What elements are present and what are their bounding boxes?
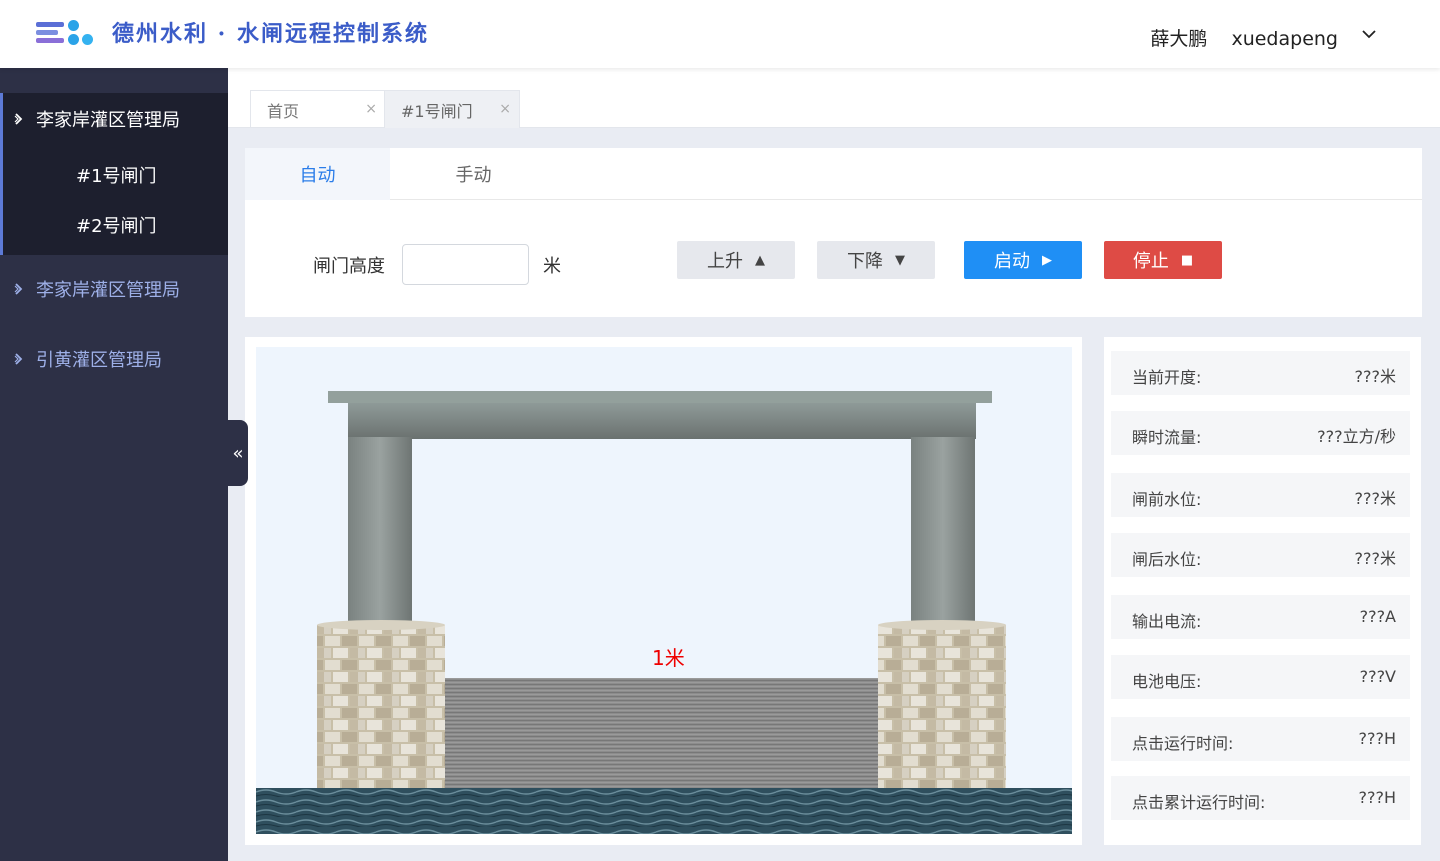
- sidebar-group-label: 李家岸灌区管理局: [36, 280, 180, 301]
- info-row-upstream-level: 闸前水位: ???米: [1111, 473, 1410, 517]
- sidebar-item-gate-2[interactable]: #2号闸门: [76, 212, 157, 238]
- triangle-up-icon: ▲: [755, 252, 765, 268]
- control-panel: 自动 手动 闸门高度 米 上升 ▲ 下降 ▼ 启动 ▶ 停止 ■: [245, 148, 1422, 317]
- left-column: [348, 437, 412, 627]
- status-panel: 当前开度: ???米 瞬时流量: ???立方/秒 闸前水位: ???米 闸后水位…: [1104, 337, 1421, 845]
- sidebar-group-lijiaan-1[interactable]: 李家岸灌区管理局: [14, 106, 180, 132]
- start-button[interactable]: 启动 ▶: [964, 241, 1082, 279]
- water: [256, 788, 1072, 834]
- raise-button[interactable]: 上升 ▲: [677, 241, 795, 279]
- gate-visual-panel: 1米: [245, 337, 1082, 845]
- start-button-label: 启动: [994, 251, 1030, 272]
- gate-height-display: 1米: [652, 646, 685, 670]
- tab-bar: 首页 × #1号闸门 ×: [228, 68, 1440, 128]
- info-label: 瞬时流量:: [1132, 428, 1202, 447]
- raise-button-label: 上升: [707, 251, 743, 272]
- right-pier: [878, 625, 1006, 791]
- sidebar-group-label: 李家岸灌区管理局: [36, 110, 180, 131]
- logo-icon: [36, 20, 96, 46]
- mode-tabs: 自动 手动: [245, 148, 1422, 200]
- info-label: 当前开度:: [1132, 368, 1202, 387]
- username: xuedapeng: [1231, 28, 1338, 50]
- sidebar-group-label: 引黄灌区管理局: [36, 350, 162, 371]
- gate-height-label: 闸门高度: [313, 256, 385, 277]
- chevron-right-icon: [14, 283, 23, 295]
- tab-gate-1[interactable]: #1号闸门 ×: [384, 90, 520, 128]
- info-row-downstream-level: 闸后水位: ???米: [1111, 533, 1410, 577]
- tab-manual[interactable]: 手动: [401, 148, 546, 200]
- left-pier: [317, 625, 445, 791]
- tab-home[interactable]: 首页 ×: [250, 90, 386, 128]
- info-label: 电池电压:: [1132, 672, 1202, 691]
- gate-height-unit: 米: [543, 256, 561, 277]
- triangle-down-icon: ▼: [895, 252, 905, 268]
- info-label: 闸前水位:: [1132, 490, 1202, 509]
- play-icon: ▶: [1042, 252, 1052, 268]
- info-row-current: 输出电流: ???A: [1111, 595, 1410, 639]
- close-icon[interactable]: ×: [499, 101, 511, 117]
- chevron-down-icon[interactable]: [1362, 27, 1376, 41]
- gate-height-input[interactable]: [402, 244, 529, 285]
- info-value: ???V: [1359, 667, 1396, 686]
- lower-button-label: 下降: [847, 251, 883, 272]
- sluice-gate-illustration: [256, 391, 1072, 834]
- sidebar-item-gate-1[interactable]: #1号闸门: [76, 162, 157, 188]
- info-value: ???H: [1358, 788, 1396, 807]
- sidebar-collapse-button[interactable]: «: [228, 420, 248, 486]
- info-row-total-run-time: 点击累计运行时间: ???H: [1111, 776, 1410, 820]
- info-label: 输出电流:: [1132, 612, 1202, 631]
- info-value: ???A: [1359, 607, 1396, 626]
- info-value: ???米: [1354, 549, 1396, 568]
- sidebar-group-lijiaan-2[interactable]: 李家岸灌区管理局: [14, 276, 180, 302]
- info-value: ???米: [1354, 489, 1396, 508]
- right-column: [911, 437, 975, 627]
- user-menu[interactable]: 薛大鹏 xuedapeng: [1150, 24, 1374, 51]
- stop-button[interactable]: 停止 ■: [1104, 241, 1222, 279]
- lower-button[interactable]: 下降 ▼: [817, 241, 935, 279]
- beam: [348, 403, 976, 439]
- info-value: ???立方/秒: [1317, 427, 1396, 446]
- chevron-right-icon: [14, 353, 23, 365]
- sidebar-group-yinhuang[interactable]: 引黄灌区管理局: [14, 346, 162, 372]
- tab-label: #1号闸门: [401, 101, 473, 121]
- info-row-voltage: 电池电压: ???V: [1111, 655, 1410, 699]
- info-row-opening: 当前开度: ???米: [1111, 351, 1410, 395]
- info-label: 点击运行时间:: [1132, 734, 1234, 753]
- info-label: 点击累计运行时间:: [1132, 793, 1266, 812]
- tab-label: 首页: [267, 101, 300, 121]
- sidebar: 李家岸灌区管理局 #1号闸门 #2号闸门 李家岸灌区管理局 引黄灌区管理局: [0, 68, 228, 861]
- app-title: 德州水利 · 水闸远程控制系统: [112, 21, 429, 47]
- info-value: ???H: [1358, 729, 1396, 748]
- app-header: 德州水利 · 水闸远程控制系统 薛大鹏 xuedapeng: [0, 0, 1440, 68]
- chevron-right-icon: [14, 113, 23, 125]
- close-icon[interactable]: ×: [365, 101, 377, 117]
- gate-scene: 1米: [256, 347, 1072, 834]
- info-label: 闸后水位:: [1132, 550, 1202, 569]
- user-display-name: 薛大鹏: [1150, 28, 1208, 50]
- stop-button-label: 停止: [1132, 251, 1169, 272]
- tab-auto[interactable]: 自动: [245, 148, 390, 200]
- beam-top: [328, 391, 992, 403]
- info-row-flow: 瞬时流量: ???立方/秒: [1111, 411, 1410, 455]
- stop-icon: ■: [1180, 252, 1194, 268]
- gate-plate: [438, 678, 884, 790]
- info-row-run-time: 点击运行时间: ???H: [1111, 717, 1410, 761]
- info-value: ???米: [1354, 367, 1396, 386]
